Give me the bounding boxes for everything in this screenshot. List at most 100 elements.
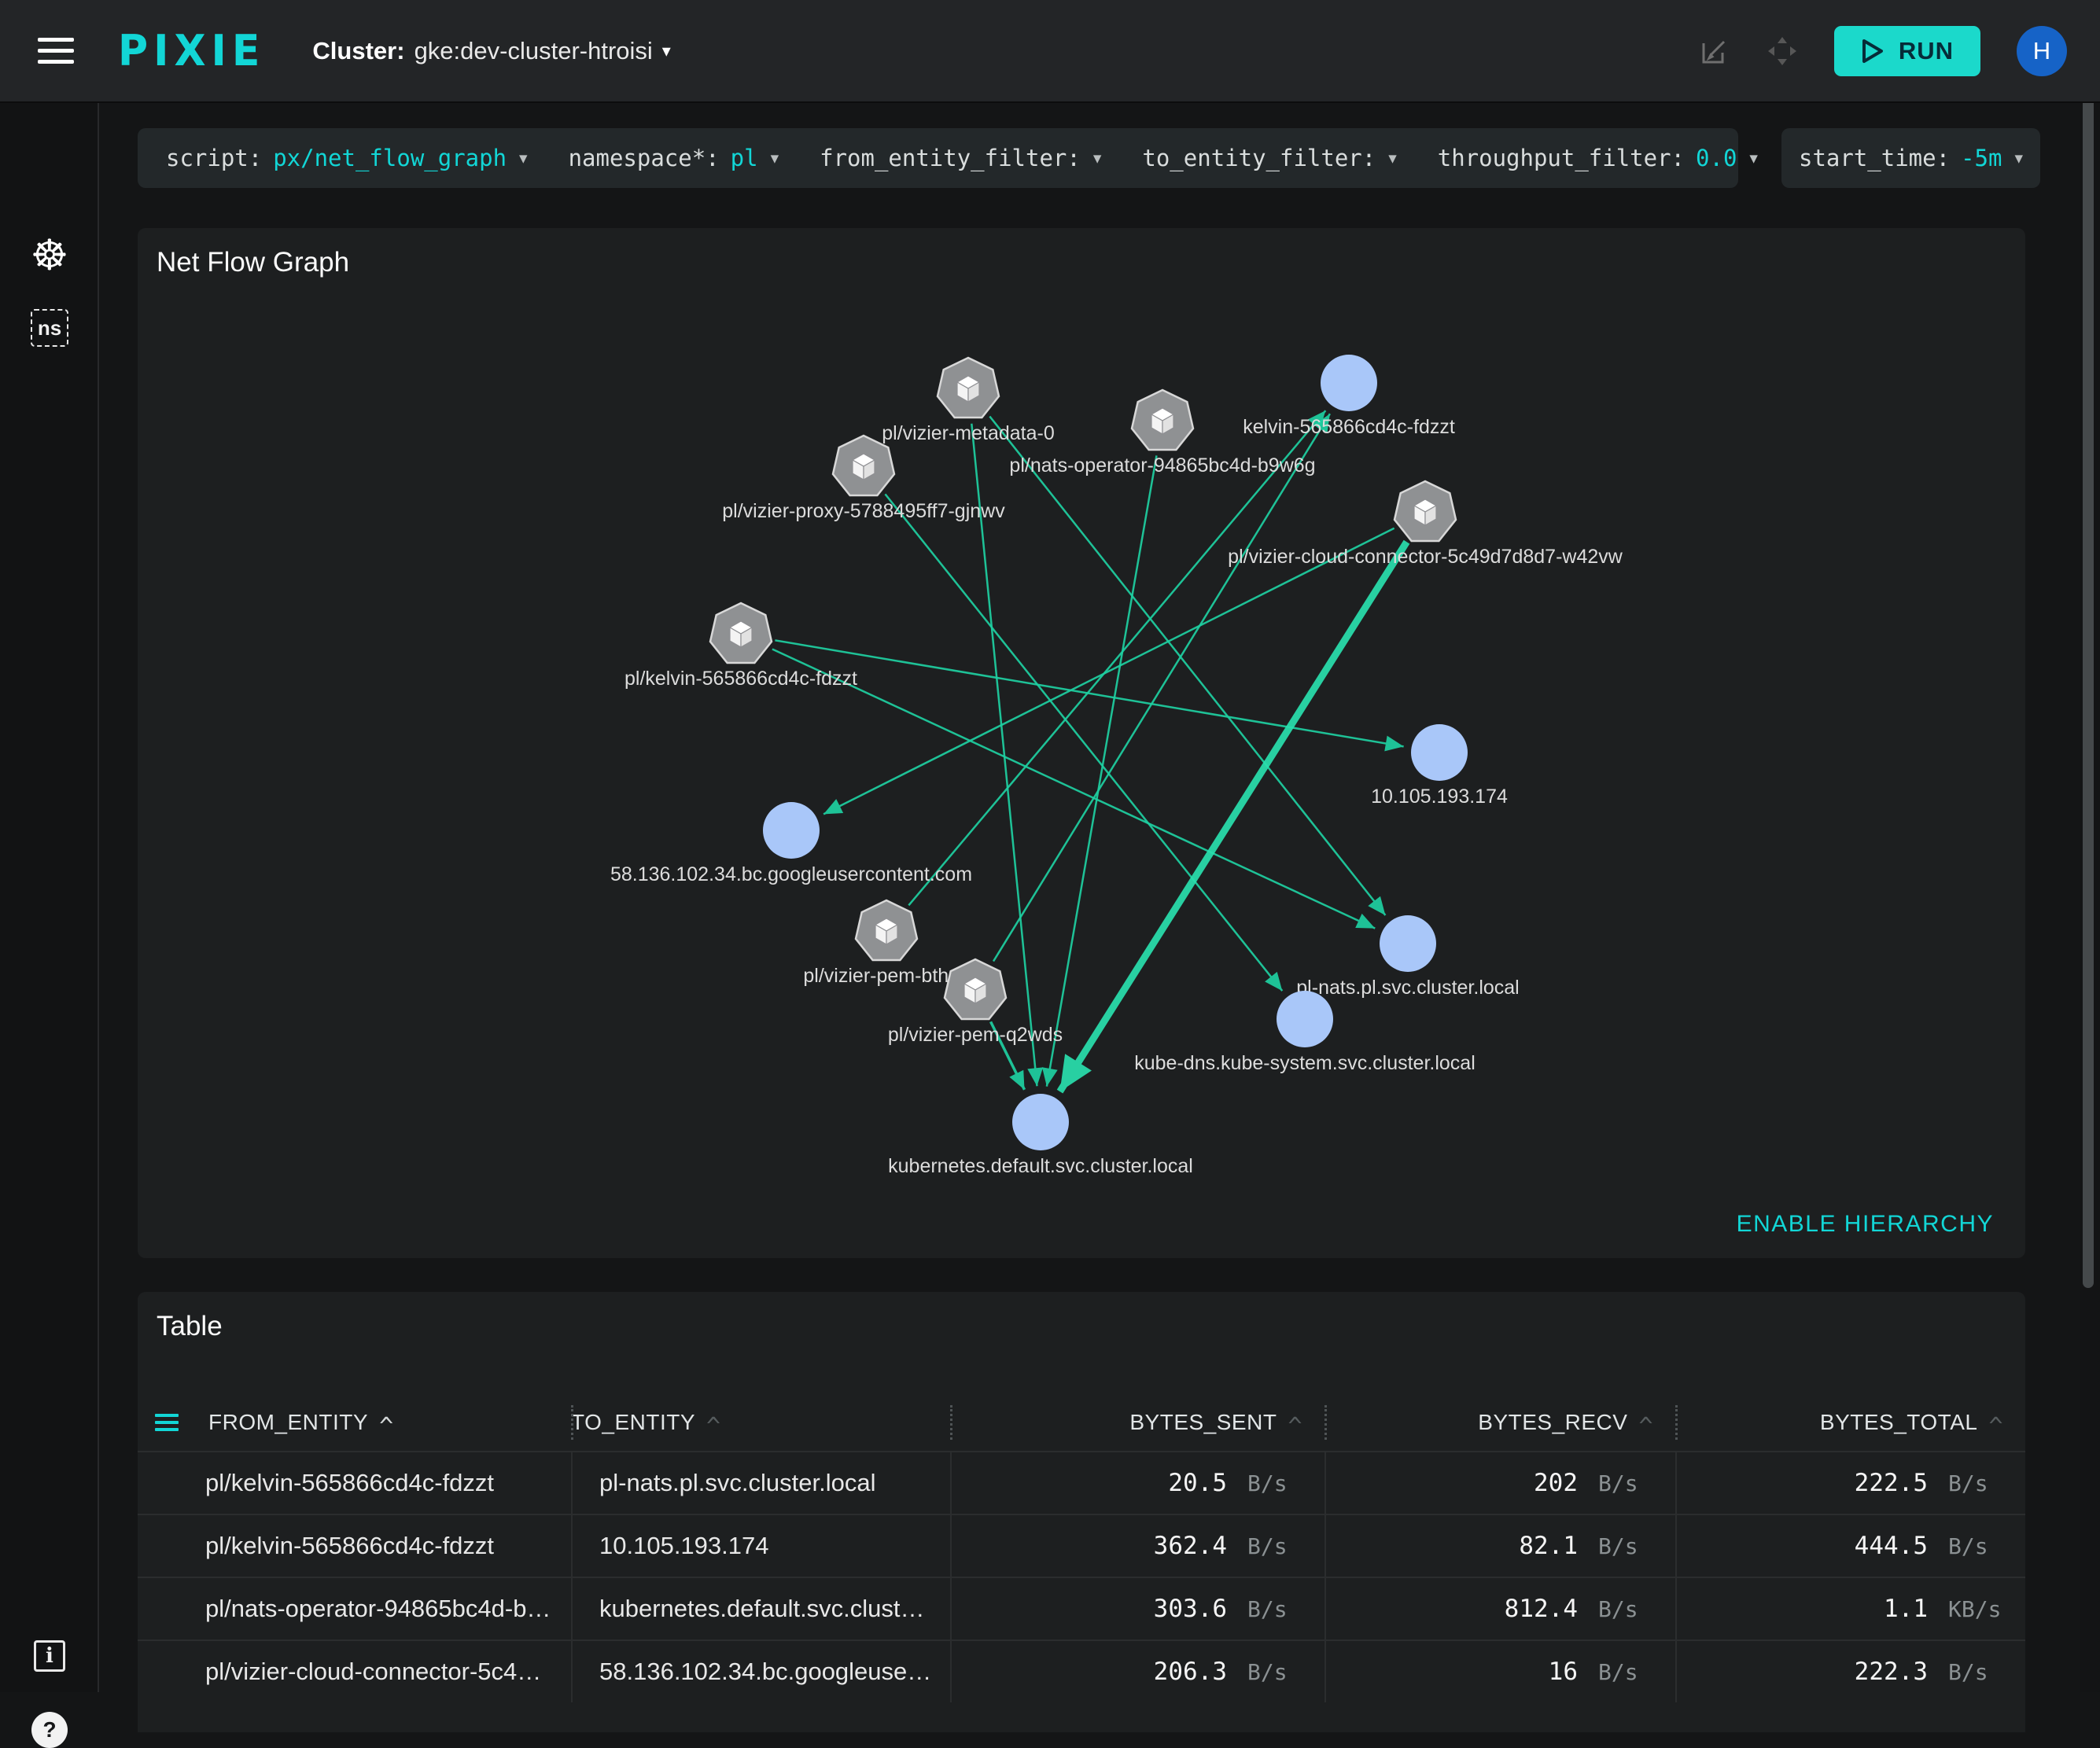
filter-value: pl [730, 145, 758, 171]
graph-node-cloud-connector[interactable]: pl/vizier-cloud-connector-5c49d7d8d7-w42… [1228, 480, 1623, 568]
graph-edge-cloud-connector-to-kubernetes [1056, 539, 1410, 1094]
chevron-down-icon: ▾ [2014, 149, 2023, 167]
table-row[interactable]: pl/nats-operator-94865bc4d-b… kubernetes.… [138, 1577, 2025, 1639]
avatar[interactable]: H [2017, 25, 2067, 76]
run-button[interactable]: RUN [1833, 25, 1980, 76]
unit: KB/s [1948, 1595, 2002, 1622]
namespace-icon: ns [31, 309, 68, 347]
net-flow-graph-canvas[interactable]: pl/vizier-metadata-0 pl/nats-operator-948… [138, 228, 2025, 1258]
column-separator[interactable] [950, 1405, 952, 1440]
graph-node-pem-bthc9[interactable]: pl/vizier-pem-bthc9 [803, 899, 970, 987]
sort-caret-icon: ^ [706, 1413, 721, 1441]
column-header-to_entity[interactable]: TO_ENTITY ^ [571, 1394, 950, 1451]
graph-node-label: pl/vizier-pem-q2wds [888, 1024, 1063, 1046]
column-separator[interactable] [571, 1405, 573, 1440]
chevron-down-icon: ▾ [1388, 149, 1397, 167]
filter-card: script: px/net_flow_graph ▾ namespace*: pl ▾ f… [138, 128, 1758, 188]
table-row[interactable]: pl/kelvin-565866cd4c-fdzzt 10.105.193.174… [138, 1514, 2025, 1577]
filter-namespace[interactable]: namespace*: pl ▾ [548, 128, 800, 188]
cell-to-entity: 58.136.102.34.bc.googleuse… [571, 1641, 950, 1702]
cell-from-entity: pl/kelvin-565866cd4c-fdzzt [205, 1469, 495, 1496]
column-separator[interactable] [1675, 1405, 1678, 1440]
enable-hierarchy-button[interactable]: ENABLE HIERARCHY [1737, 1211, 1994, 1238]
cell-bytes-recv: 812.4 B/s [1324, 1578, 1675, 1639]
value: 362.4 [1153, 1532, 1227, 1560]
table-controls-icon[interactable] [155, 1410, 179, 1435]
value: 1.1 [1884, 1595, 1928, 1623]
sidebar-item-namespaces[interactable]: ns [0, 309, 99, 347]
filter-to_entity_filter[interactable]: to_entity_filter: ▾ [1122, 128, 1417, 188]
filter-from_entity_filter[interactable]: from_entity_filter: ▾ [799, 128, 1122, 188]
edit-script-icon[interactable] [1699, 35, 1730, 67]
cell-bytes-recv: 16 B/s [1324, 1641, 1675, 1702]
start-time-filter[interactable]: start_time: -5m ▾ [1781, 128, 2040, 188]
graph-node-vizier-proxy[interactable]: pl/vizier-proxy-5788495ff7-gjnwv [722, 434, 1005, 522]
cell-bytes-total: 1.1 KB/s [1675, 1578, 2025, 1639]
unit: B/s [1598, 1658, 1638, 1685]
column-header-bytes_total[interactable]: BYTES_TOTAL ^ [1675, 1394, 2025, 1451]
table-row[interactable]: pl/vizier-cloud-connector-5c4… 58.136.102… [138, 1639, 2025, 1702]
cell-bytes-recv: 202 B/s [1324, 1452, 1675, 1514]
start-time-value: -5m [1961, 145, 2002, 171]
table-panel: Table FROM_ENTITY ^ TO_ENTITY ^ BYTES_SENT ^ B… [138, 1292, 2025, 1732]
column-separator[interactable] [1324, 1405, 1327, 1440]
menu-icon[interactable] [38, 31, 74, 71]
graph-node-label: 58.136.102.34.bc.googleusercontent.com [610, 863, 972, 885]
play-icon [1862, 39, 1883, 63]
filter-script[interactable]: script: px/net_flow_graph ▾ [146, 128, 548, 188]
graph-node-vizier-metadata[interactable]: pl/vizier-metadata-0 [882, 356, 1055, 444]
cell-from-entity: pl/vizier-cloud-connector-5c4… [205, 1658, 542, 1685]
cell-bytes-sent: 206.3 B/s [950, 1641, 1324, 1702]
sidebar-item-info[interactable]: i [0, 1640, 99, 1672]
column-label: FROM_ENTITY [208, 1410, 369, 1434]
value: 444.5 [1854, 1532, 1928, 1560]
graph-node-label: kube-dns.kube-system.svc.cluster.local [1134, 1052, 1476, 1074]
graph-node-kelvin-pod[interactable]: pl/kelvin-565866cd4c-fdzzt [624, 602, 857, 690]
filter-label: to_entity_filter: [1142, 145, 1376, 171]
graph-node-pl-nats[interactable]: pl-nats.pl.svc.cluster.local [1296, 915, 1520, 999]
run-button-label: RUN [1898, 36, 1954, 64]
unit: B/s [1598, 1533, 1638, 1559]
scrollbar-thumb[interactable] [2083, 86, 2094, 1288]
script-args-toolbar: script: px/net_flow_graph ▾ namespace*: pl ▾ f… [138, 128, 2040, 188]
table-row[interactable]: pl/kelvin-565866cd4c-fdzzt pl-nats.pl.svc… [138, 1451, 2025, 1514]
filter-throughput_filter[interactable]: throughput_filter: 0.0 ▾ [1417, 128, 1778, 188]
graph-node-kubernetes[interactable]: kubernetes.default.svc.cluster.local [888, 1094, 1193, 1177]
cell-bytes-total: 222.5 B/s [1675, 1452, 2025, 1514]
cell-bytes-total: 444.5 B/s [1675, 1515, 2025, 1577]
graph-node-label: pl/kelvin-565866cd4c-fdzzt [624, 668, 857, 690]
sidebar-item-cluster[interactable]: ☸ [0, 230, 99, 280]
help-icon: ? [31, 1712, 68, 1748]
graph-node-kelvin-svc[interactable]: kelvin-565866cd4c-fdzzt [1243, 355, 1455, 438]
column-header-from_entity[interactable]: FROM_ENTITY ^ [138, 1394, 571, 1451]
graph-node-ip-10-105-193-174[interactable]: 10.105.193.174 [1371, 724, 1508, 808]
sort-caret-icon: ^ [379, 1413, 394, 1441]
cell-to-entity: 10.105.193.174 [571, 1515, 950, 1577]
graph-node-googleusercontent[interactable]: 58.136.102.34.bc.googleusercontent.com [610, 802, 972, 885]
graph-node-label: 10.105.193.174 [1371, 786, 1508, 808]
chevron-down-icon: ▾ [1749, 149, 1758, 167]
column-header-bytes_recv[interactable]: BYTES_RECV ^ [1324, 1394, 1675, 1451]
column-header-bytes_sent[interactable]: BYTES_SENT ^ [950, 1394, 1324, 1451]
graph-node-label: pl/nats-operator-94865bc4d-b9w6g [1009, 454, 1315, 477]
unit: B/s [1948, 1658, 1988, 1685]
value: 202 [1534, 1469, 1578, 1497]
move-widgets-icon[interactable] [1767, 35, 1798, 67]
value: 206.3 [1153, 1658, 1227, 1686]
graph-node-label: pl/vizier-cloud-connector-5c49d7d8d7-w42… [1228, 546, 1623, 568]
pixie-logo[interactable]: PIXIE [118, 26, 265, 75]
cluster-label: Cluster: [312, 36, 405, 64]
cluster-selector[interactable]: Cluster: gke:dev-cluster-htroisi ▾ [312, 37, 670, 65]
cell-from-entity: pl/kelvin-565866cd4c-fdzzt [205, 1532, 495, 1559]
filter-value: px/net_flow_graph [273, 145, 507, 171]
unit: B/s [1247, 1595, 1288, 1622]
graph-node-label: kubernetes.default.svc.cluster.local [888, 1155, 1193, 1177]
unit: B/s [1247, 1470, 1288, 1496]
unit: B/s [1948, 1533, 1988, 1559]
cell-bytes-sent: 303.6 B/s [950, 1578, 1324, 1639]
cluster-value: gke:dev-cluster-htroisi [414, 36, 653, 64]
chevron-down-icon: ▾ [770, 149, 779, 167]
graph-node-label: kelvin-565866cd4c-fdzzt [1243, 416, 1455, 438]
sidebar-item-help[interactable]: ? [0, 1712, 99, 1748]
graph-node-kube-dns[interactable]: kube-dns.kube-system.svc.cluster.local [1134, 991, 1476, 1074]
